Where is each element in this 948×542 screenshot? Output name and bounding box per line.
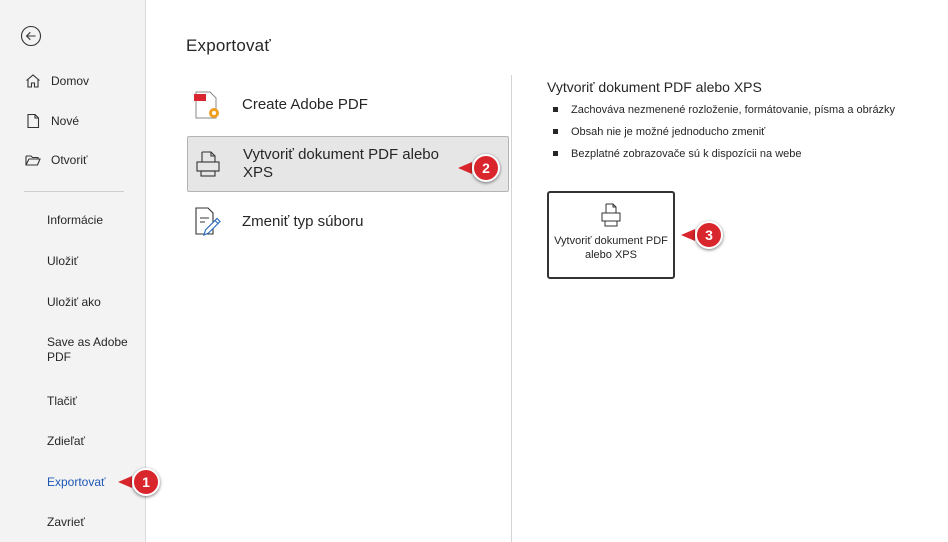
- feature-item: Bezplatné zobrazovače sú k dispozícii na…: [553, 147, 895, 169]
- adobe-pdf-icon: [194, 91, 219, 119]
- nav-new-label: Nové: [51, 114, 80, 128]
- option-label: Vytvoriť dokument PDF alebo XPS: [243, 146, 439, 181]
- option-label: Zmeniť typ súboru: [242, 213, 364, 230]
- backstage-sidebar: Domov Nové Otvoriť Informácie Uložiť Ulo…: [0, 0, 146, 542]
- callout-badge: 1: [132, 468, 160, 496]
- pdf-xps-document-icon: [601, 203, 621, 227]
- option-label: Create Adobe PDF: [242, 96, 368, 113]
- callout-pointer: [681, 229, 695, 241]
- create-pdf-xps-button-label: Vytvoriť dokument PDF alebo XPS: [554, 235, 668, 261]
- callout-badge: 2: [472, 154, 500, 182]
- nav-info[interactable]: Informácie: [47, 213, 103, 228]
- nav-save[interactable]: Uložiť: [47, 254, 78, 269]
- nav-save-as[interactable]: Uložiť ako: [47, 295, 101, 310]
- callout-pointer: [118, 476, 132, 488]
- feature-item: Obsah nie je možné jednoducho zmeniť: [553, 125, 895, 147]
- feature-list: Zachováva nezmenené rozloženie, formátov…: [553, 103, 895, 169]
- nav-home[interactable]: Domov: [24, 72, 89, 90]
- folder-open-icon: [25, 155, 41, 166]
- panel-title: Vytvoriť dokument PDF alebo XPS: [547, 79, 762, 95]
- home-icon: [26, 74, 40, 88]
- feature-item: Zachováva nezmenené rozloženie, formátov…: [553, 103, 895, 125]
- option-create-adobe-pdf[interactable]: Create Adobe PDF: [187, 85, 509, 125]
- nav-open-label: Otvoriť: [51, 153, 88, 167]
- nav-save-as-adobe-pdf[interactable]: Save as Adobe PDF: [47, 335, 137, 365]
- nav-home-label: Domov: [51, 74, 90, 88]
- nav-open[interactable]: Otvoriť: [24, 151, 88, 169]
- nav-divider: [24, 191, 124, 192]
- page-title: Exportovať: [186, 36, 271, 55]
- back-arrow-icon[interactable]: [20, 25, 42, 47]
- nav-close[interactable]: Zavrieť: [47, 515, 85, 530]
- nav-export[interactable]: Exportovať: [47, 475, 106, 490]
- new-document-icon: [27, 113, 40, 129]
- nav-share[interactable]: Zdieľať: [47, 434, 85, 449]
- nav-print[interactable]: Tlačiť: [47, 394, 77, 409]
- callout-badge: 3: [695, 221, 723, 249]
- panel-divider: [511, 75, 512, 542]
- callout-pointer: [458, 162, 472, 174]
- nav-new[interactable]: Nové: [24, 112, 79, 130]
- pdf-xps-document-icon: [196, 151, 220, 177]
- change-file-type-icon: [195, 207, 221, 237]
- create-pdf-xps-button[interactable]: Vytvoriť dokument PDF alebo XPS: [547, 191, 675, 279]
- option-change-file-type[interactable]: Zmeniť typ súboru: [187, 202, 509, 242]
